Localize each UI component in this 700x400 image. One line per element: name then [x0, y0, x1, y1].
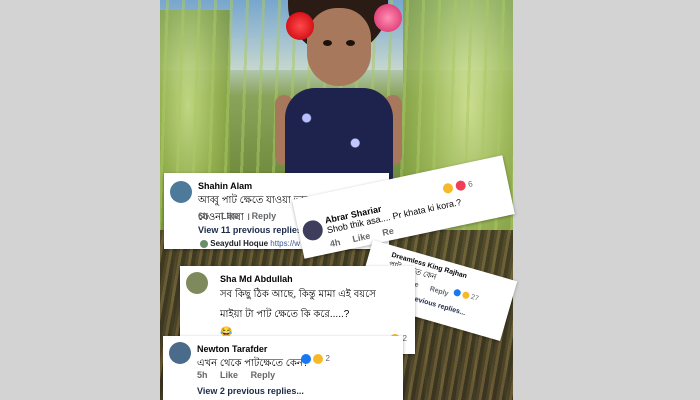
view-previous-replies[interactable]: View 2 previous replies... — [197, 386, 304, 396]
left-eye — [323, 40, 332, 46]
comment-time: 6h — [198, 211, 209, 221]
reply-link[interactable]: Re — [381, 226, 394, 238]
reaction-count: 2 — [325, 354, 330, 364]
haha-reaction-icon — [442, 182, 454, 195]
girl-face — [307, 8, 371, 86]
like-link[interactable]: Like — [220, 370, 238, 380]
comment-card-newton: Newton Tarafder এখন থেকে পাটক্ষেতে কেন? … — [163, 336, 403, 400]
avatar[interactable] — [300, 218, 325, 243]
comment-time: 4h — [328, 236, 342, 249]
reaction-count: 2 — [402, 334, 407, 344]
like-link[interactable]: Like — [221, 211, 239, 221]
like-link[interactable]: Like — [351, 231, 371, 245]
comment-text-line1: সব কিছু ঠিক আছে, কিন্তু মামা এই বয়সে — [220, 289, 376, 300]
avatar[interactable] — [186, 272, 208, 294]
right-eye — [346, 40, 355, 46]
left-gray-margin — [0, 0, 160, 400]
comment-bubble: Newton Tarafder এখন থেকে পাটক্ষেতে কেন? — [197, 344, 308, 373]
avatar[interactable] — [169, 342, 191, 364]
like-reaction-icon — [301, 354, 311, 364]
avatar[interactable] — [200, 239, 208, 248]
reply-link[interactable]: Reply — [251, 370, 276, 380]
commenter-name[interactable]: Newton Tarafder — [197, 344, 308, 354]
commenter-name[interactable]: Sha Md Abdullah — [220, 274, 376, 284]
reply-link-text[interactable]: https://w — [270, 239, 300, 248]
reaction-count: 6 — [467, 179, 474, 189]
reaction-count: 27 — [470, 293, 480, 303]
comment-meta: 6h Like Reply — [198, 211, 286, 221]
view-previous-replies[interactable]: View 11 previous replies... — [198, 225, 309, 235]
heart-reaction-icon — [454, 180, 467, 192]
comment-time: 5h — [197, 370, 208, 380]
comment-text-line2: মাইয়া টা পাট ক্ষেতে কি করে.....? — [220, 309, 350, 320]
haha-reaction-icon — [313, 354, 324, 364]
red-flower-icon — [286, 12, 314, 40]
next-reply-preview: Seaydul Hoque https://w — [200, 239, 300, 248]
comment-meta: 5h Like Reply — [197, 370, 285, 380]
reply-link[interactable]: Reply — [252, 211, 277, 221]
haha-reaction-icon — [461, 290, 471, 300]
right-gray-margin — [513, 0, 700, 400]
avatar[interactable] — [170, 181, 192, 203]
pink-flower-icon — [374, 4, 402, 32]
comment-bubble: Sha Md Abdullah সব কিছু ঠিক আছে, কিন্তু … — [220, 274, 376, 338]
reaction-group[interactable]: 2 — [301, 354, 330, 364]
commenter-name[interactable]: Seaydul Hoque — [210, 239, 268, 248]
